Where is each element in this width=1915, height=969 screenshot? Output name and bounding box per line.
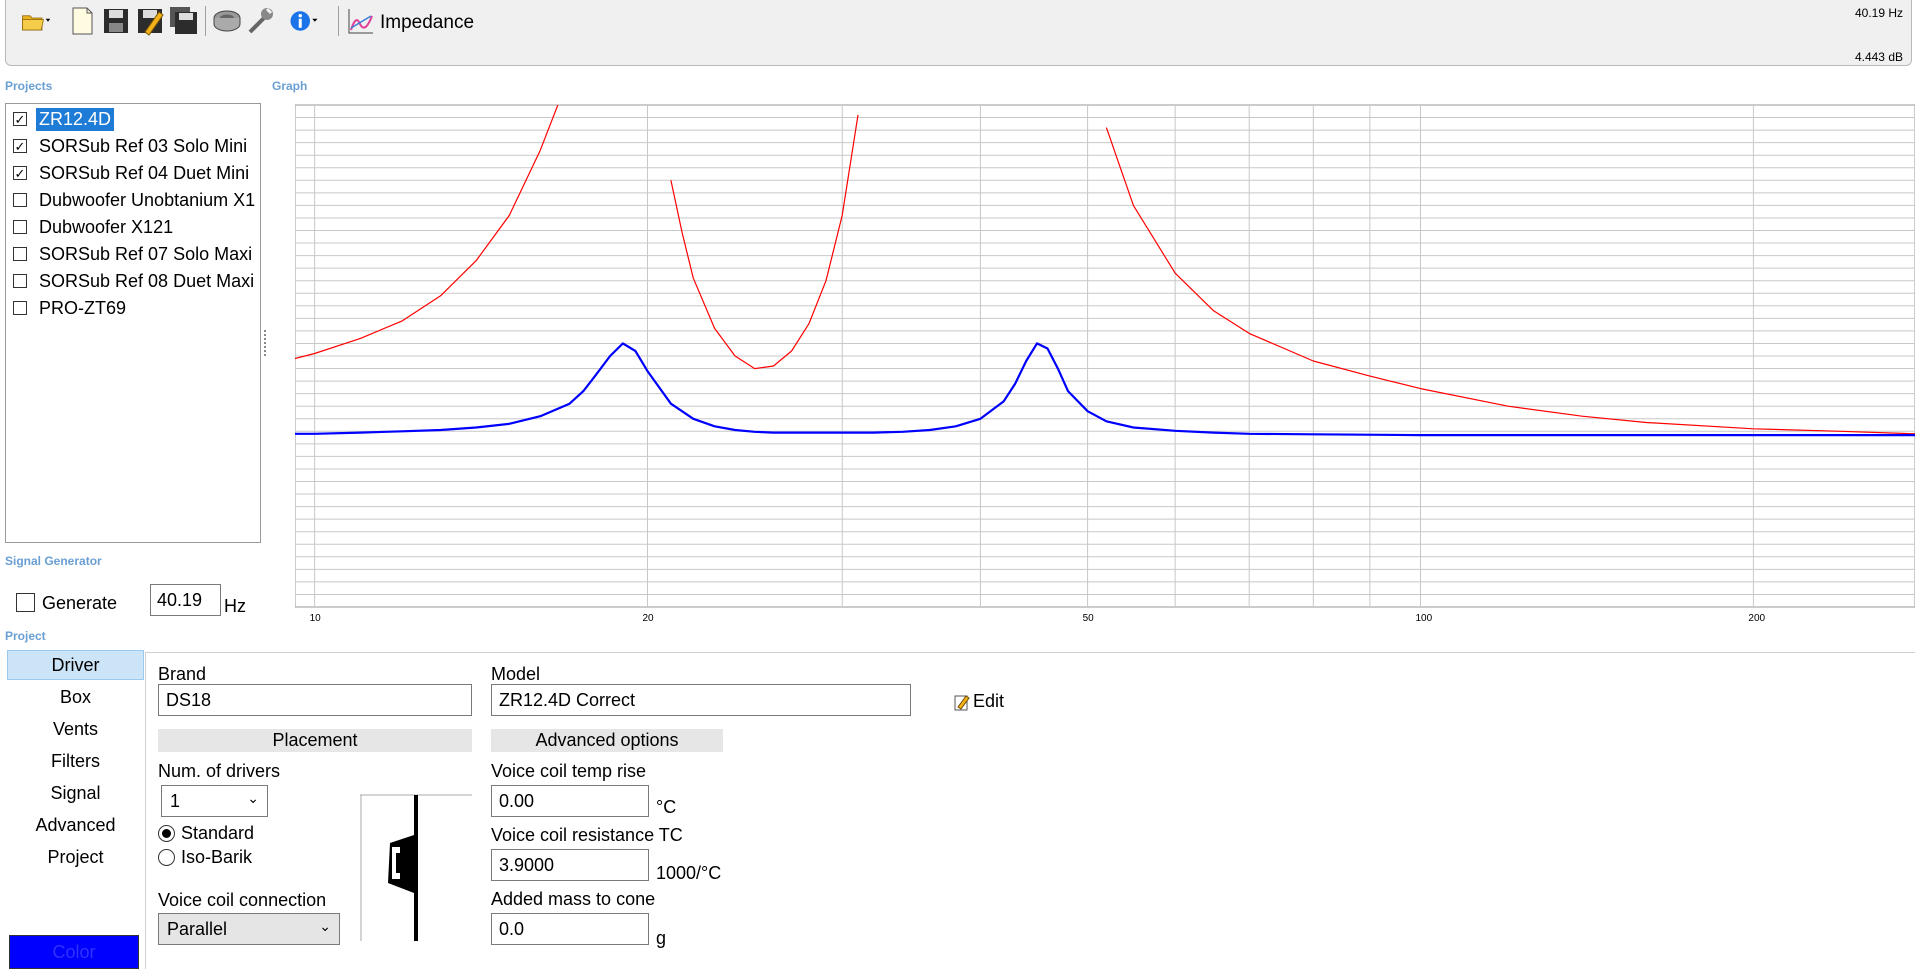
vc-temp-unit: °C [656,797,677,817]
projects-list[interactable]: ✓ ZR12.4D ✓ SORSub Ref 03 Solo Mini ✓ SORSub … [5,103,261,543]
added-mass-input[interactable] [491,913,649,945]
vc-temp-label: Voice coil temp rise [491,761,647,781]
radio-standard[interactable]: Standard [158,823,254,844]
radio-standard-label: Standard [181,823,255,843]
project-checkbox[interactable] [13,193,27,207]
num-drivers-value: 1 [170,790,181,811]
frequency-readout: 40.19 Hz [1854,6,1903,20]
project-item-label: ZR12.4D [36,107,115,131]
project-checkbox[interactable]: ✓ [13,166,27,180]
project-checkbox[interactable] [13,274,27,288]
toolbar: Impedance 40.19 Hz 4.443 dB [5,0,1912,66]
impedance-chart: 0.511.522.533.544.555.566.577.588.599.51… [295,104,1915,624]
project-item-label: PRO-ZT69 [39,297,127,318]
num-drivers-select[interactable]: 1 ⌄ [161,785,268,817]
generate-label: Generate [42,593,118,613]
project-item-label: SORSub Ref 07 Solo Maxi [39,243,253,264]
project-item[interactable]: ✓ SORSub Ref 03 Solo Mini [6,133,261,159]
color-button[interactable]: Color [9,935,139,969]
project-item[interactable]: SORSub Ref 08 Duet Maxi [6,268,261,294]
save-icon[interactable] [100,4,132,38]
project-checkbox[interactable]: ✓ [13,139,27,153]
advanced-options-header: Advanced options [491,729,723,752]
project-checkbox[interactable] [13,220,27,234]
project-item[interactable]: ✓ SORSub Ref 04 Duet Mini [6,160,261,186]
radio-isobarik-label: Iso-Barik [181,847,253,867]
vc-connection-value: Parallel [167,918,228,939]
splitter-handle[interactable] [264,330,269,356]
brand-label: Brand [158,664,207,684]
num-drivers-label: Num. of drivers [158,761,281,781]
project-item-label: SORSub Ref 08 Duet Maxi [39,270,255,291]
x-tick-label: 200 [1748,613,1765,624]
model-input[interactable] [491,684,911,716]
project-item-label: SORSub Ref 03 Solo Mini [39,135,248,156]
project-checkbox[interactable] [13,301,27,315]
driver-placement-diagram [360,794,472,941]
radio-standard-dot [158,825,175,842]
added-mass-unit: g [656,928,667,948]
radio-isobarik-dot [158,849,175,866]
added-mass-label: Added mass to cone [491,889,656,909]
project-item[interactable]: SORSub Ref 07 Solo Maxi [6,241,261,267]
edit-label: Edit [973,691,1005,711]
x-tick-label: 100 [1415,613,1432,624]
open-folder-icon[interactable] [14,4,58,38]
project-item[interactable]: Dubwoofer Unobtanium X1 [6,187,261,213]
project-item[interactable]: Dubwoofer X121 [6,214,261,240]
brand-input[interactable] [158,684,472,716]
projects-section-label: Projects [5,79,53,93]
side-nav-driver[interactable]: Driver [7,650,144,680]
vc-tc-label: Voice coil resistance TC [491,825,683,845]
vc-tc-unit: 1000/°C [656,863,722,883]
side-nav-box[interactable]: Box [7,682,144,712]
project-item-label: Dubwoofer X121 [39,216,174,237]
side-nav-project[interactable]: Project [7,842,144,872]
side-nav-signal[interactable]: Signal [7,778,144,808]
new-file-icon[interactable] [66,4,98,38]
edit-icon [954,693,970,711]
x-tick-label: 20 [643,613,655,624]
speaker-icon[interactable] [211,4,243,38]
info-icon[interactable] [283,4,325,38]
save-all-icon[interactable] [168,4,200,38]
x-tick-label: 50 [1083,613,1095,624]
generator-frequency-unit: Hz [224,596,246,616]
chevron-down-icon: ⌄ [319,918,331,934]
project-checkbox[interactable]: ✓ [13,112,27,126]
impedance-graph-icon[interactable] [345,4,377,38]
vc-temp-input[interactable] [491,785,649,817]
vc-tc-input[interactable] [491,849,649,881]
placement-header: Placement [158,729,472,752]
save-as-icon[interactable] [134,4,166,38]
vc-connection-label: Voice coil connection [158,890,327,910]
x-tick-label: 10 [310,613,322,624]
graph-type-label[interactable]: Impedance [380,12,474,34]
project-item[interactable]: PRO-ZT69 [6,295,261,321]
edit-button[interactable]: Edit [954,691,1004,712]
level-readout: 4.443 dB [1854,50,1903,64]
project-item[interactable]: ✓ ZR12.4D [6,106,261,132]
generator-frequency-input[interactable] [150,584,221,616]
project-item-label: SORSub Ref 04 Duet Mini [39,162,250,183]
project-item-label: Dubwoofer Unobtanium X1 [39,189,256,210]
project-section-label: Project [5,629,46,643]
generate-checkbox[interactable] [16,593,35,612]
graph-section-label: Graph [272,79,308,93]
side-nav-vents[interactable]: Vents [7,714,144,744]
wrench-icon[interactable] [245,4,277,38]
radio-isobarik[interactable]: Iso-Barik [158,847,252,868]
side-nav-filters[interactable]: Filters [7,746,144,776]
side-nav-advanced[interactable]: Advanced [7,810,144,840]
vc-connection-select[interactable]: Parallel ⌄ [158,913,340,945]
model-label: Model [491,664,541,684]
project-checkbox[interactable] [13,247,27,261]
chevron-down-icon: ⌄ [247,790,259,806]
signal-generator-section-label: Signal Generator [5,554,102,568]
